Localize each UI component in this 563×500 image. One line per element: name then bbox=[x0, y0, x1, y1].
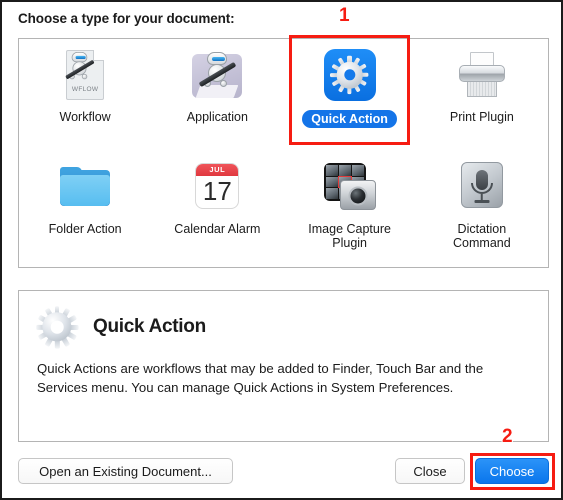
automator-robot-icon bbox=[189, 48, 245, 104]
calendar-day-label: 17 bbox=[202, 176, 232, 206]
type-grid-row: WFLOW Workflow Application Quick Action … bbox=[19, 39, 548, 154]
annotation-number-step-two: 2 bbox=[502, 426, 513, 447]
image-capture-camera-icon bbox=[322, 160, 378, 216]
workflow-doc-text: WFLOW bbox=[71, 86, 99, 93]
type-option-label: Dictation Command bbox=[453, 222, 511, 250]
type-option-quick-action[interactable]: Quick Action bbox=[284, 39, 416, 154]
annotation-number-step-one: 1 bbox=[339, 5, 350, 26]
quick-action-gear-icon bbox=[33, 303, 81, 351]
open-existing-document-button[interactable]: Open an Existing Document... bbox=[18, 458, 233, 484]
document-type-grid: WFLOW Workflow Application Quick Action … bbox=[18, 38, 549, 268]
choose-button[interactable]: Choose bbox=[475, 458, 549, 484]
type-option-application[interactable]: Application bbox=[151, 39, 283, 154]
type-option-label: Folder Action bbox=[48, 222, 122, 236]
type-option-image-capture-plugin[interactable]: Image Capture Plugin bbox=[284, 151, 416, 266]
folder-icon bbox=[57, 160, 113, 216]
page-title: Choose a type for your document: bbox=[18, 11, 235, 26]
type-option-calendar-alarm[interactable]: JUL 17 Calendar Alarm bbox=[151, 151, 283, 266]
type-option-label: Application bbox=[186, 110, 248, 124]
type-option-label: Image Capture Plugin bbox=[308, 222, 391, 250]
workflow-document-icon: WFLOW bbox=[57, 48, 113, 104]
quick-action-gear-icon bbox=[322, 48, 378, 104]
type-option-label: Workflow bbox=[59, 110, 111, 124]
type-option-label: Calendar Alarm bbox=[174, 222, 261, 236]
type-option-print-plugin[interactable]: Print Plugin bbox=[416, 39, 548, 154]
type-option-folder-action[interactable]: Folder Action bbox=[19, 151, 151, 266]
type-option-label: Print Plugin bbox=[449, 110, 514, 124]
type-option-dictation-command[interactable]: Dictation Command bbox=[416, 151, 548, 266]
calendar-icon: JUL 17 bbox=[189, 160, 245, 216]
type-description-panel: Quick Action Quick Actions are workflows… bbox=[18, 290, 549, 442]
microphone-icon bbox=[454, 160, 510, 216]
calendar-month-label: JUL bbox=[196, 164, 239, 176]
close-button[interactable]: Close bbox=[395, 458, 465, 484]
type-option-workflow[interactable]: WFLOW Workflow bbox=[19, 39, 151, 154]
type-grid-row: Folder Action JUL 17 Calendar Alarm Imag… bbox=[19, 151, 548, 266]
type-option-label: Quick Action bbox=[302, 110, 397, 128]
description-header: Quick Action bbox=[33, 303, 206, 351]
printer-icon bbox=[454, 48, 510, 104]
description-body: Quick Actions are workflows that may be … bbox=[37, 361, 484, 395]
automator-document-type-dialog: Choose a type for your document: WFLOW W… bbox=[0, 0, 563, 500]
description-title: Quick Action bbox=[93, 316, 206, 337]
